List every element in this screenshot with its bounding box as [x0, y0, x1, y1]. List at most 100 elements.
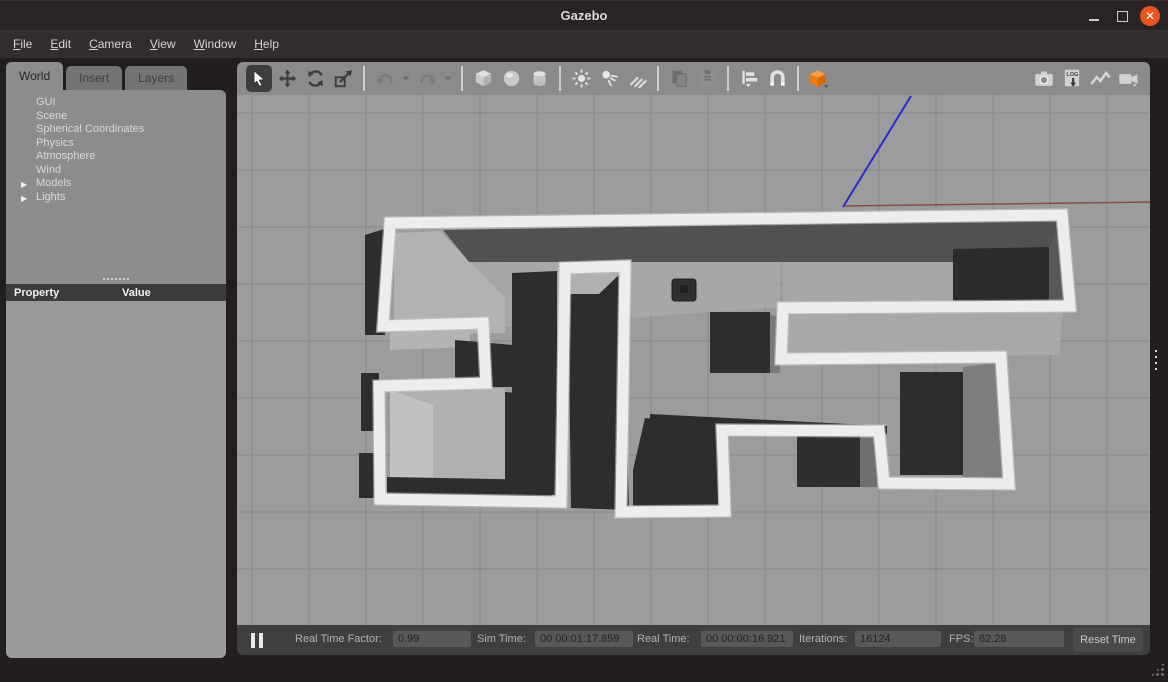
toolbar-separator	[797, 66, 799, 91]
insert-box-button[interactable]	[470, 65, 496, 92]
toolbar-separator	[727, 66, 729, 91]
log-recording-button[interactable]: LOG	[1059, 65, 1085, 92]
copy-icon	[670, 69, 689, 88]
record-video-button[interactable]	[1115, 65, 1141, 92]
paste-icon	[698, 69, 717, 88]
line-chart-icon	[1090, 71, 1111, 86]
toolbar-separator	[657, 66, 659, 91]
real-time-label: Real Time:	[637, 633, 690, 645]
tree-item-models[interactable]: ▶Models	[6, 177, 226, 191]
simulation-status-bar: Real Time Factor: 0.99 Sim Time: 00 00:0…	[237, 625, 1150, 655]
menu-bar: File Edit Camera View Window Help	[0, 30, 1168, 58]
point-light-icon	[572, 69, 591, 88]
log-file-icon: LOG	[1063, 69, 1081, 88]
menu-edit[interactable]: Edit	[41, 30, 80, 58]
window-title: Gazebo	[0, 1, 1168, 31]
tree-item-spherical-coordinates[interactable]: Spherical Coordinates	[6, 123, 226, 137]
toolbar-right-group: LOG	[1030, 65, 1142, 92]
expand-arrow-icon[interactable]: ▶	[21, 178, 27, 192]
box-icon	[474, 69, 493, 88]
robot-box[interactable]	[672, 279, 696, 301]
magnet-icon	[768, 69, 787, 88]
maximize-button[interactable]	[1112, 6, 1132, 26]
point-light-button[interactable]	[568, 65, 594, 92]
view-cube-icon	[808, 69, 830, 89]
pause-button[interactable]	[245, 630, 269, 650]
log-icon-text: LOG	[1066, 72, 1078, 78]
tree-item-wind[interactable]: Wind	[6, 164, 226, 178]
redo-icon	[418, 71, 437, 86]
tree-item-gui[interactable]: GUI	[6, 96, 226, 110]
view-angle-button[interactable]	[806, 65, 832, 92]
panel-splitter[interactable]	[6, 274, 226, 284]
scale-tool-button[interactable]	[330, 65, 356, 92]
value-column-header: Value	[122, 287, 226, 299]
undo-button[interactable]	[372, 65, 398, 92]
snap-tool-button[interactable]	[764, 65, 790, 92]
tree-item-physics[interactable]: Physics	[6, 137, 226, 151]
menu-view[interactable]: View	[141, 30, 185, 58]
minimize-button[interactable]	[1084, 6, 1104, 26]
insert-cylinder-button[interactable]	[526, 65, 552, 92]
camera-icon	[1034, 70, 1054, 88]
menu-camera[interactable]: Camera	[80, 30, 141, 58]
rotate-icon	[306, 69, 325, 88]
property-table-header: Property Value	[6, 284, 226, 301]
title-bar: Gazebo ✕	[0, 0, 1168, 30]
real-time-factor-value: 0.99	[393, 631, 471, 647]
sim-time-label: Sim Time:	[477, 633, 526, 645]
ground-plane	[237, 95, 1150, 625]
align-icon	[740, 69, 759, 88]
tab-layers[interactable]: Layers	[125, 66, 187, 90]
copy-button[interactable]	[666, 65, 692, 92]
video-camera-icon	[1118, 71, 1139, 87]
reset-time-button[interactable]: Reset Time	[1073, 628, 1143, 652]
sim-time-value: 00 00:01:17.859	[535, 631, 633, 647]
undo-history-button[interactable]	[400, 65, 412, 92]
menu-help[interactable]: Help	[245, 30, 288, 58]
tab-insert[interactable]: Insert	[66, 66, 122, 90]
expand-arrow-icon[interactable]: ▶	[21, 192, 27, 206]
toolbar-separator	[461, 66, 463, 91]
tree-item-lights[interactable]: ▶Lights	[6, 191, 226, 205]
right-panel-splitter[interactable]	[1155, 350, 1157, 372]
tab-world[interactable]: World	[6, 62, 63, 90]
directional-light-button[interactable]	[624, 65, 650, 92]
fps-label: FPS:	[949, 633, 973, 645]
iterations-value: 16124	[855, 631, 941, 647]
translate-tool-button[interactable]	[274, 65, 300, 92]
close-button[interactable]: ✕	[1140, 6, 1160, 26]
render-toolbar: LOG	[237, 62, 1150, 95]
insert-sphere-button[interactable]	[498, 65, 524, 92]
select-tool-button[interactable]	[246, 65, 272, 92]
pause-icon	[259, 633, 263, 648]
panel-tabs: World Insert Layers	[6, 62, 187, 90]
window-resize-grip[interactable]	[1150, 662, 1165, 677]
plot-button[interactable]	[1087, 65, 1113, 92]
screenshot-button[interactable]	[1031, 65, 1057, 92]
scale-icon	[334, 69, 353, 88]
align-tool-button[interactable]	[736, 65, 762, 92]
minimize-icon	[1089, 19, 1099, 21]
iterations-label: Iterations:	[799, 633, 847, 645]
tree-item-scene[interactable]: Scene	[6, 110, 226, 124]
property-table-body	[6, 301, 226, 658]
menu-file[interactable]: File	[4, 30, 41, 58]
fps-value: 62.28	[974, 631, 1064, 647]
world-panel-body: GUI Scene Spherical Coordinates Physics …	[6, 90, 226, 658]
menu-window[interactable]: Window	[185, 30, 246, 58]
tree-item-atmosphere[interactable]: Atmosphere	[6, 150, 226, 164]
redo-button[interactable]	[414, 65, 440, 92]
redo-history-button[interactable]	[442, 65, 454, 92]
render-viewport-3d[interactable]	[237, 95, 1150, 625]
undo-icon	[376, 71, 395, 86]
spot-light-button[interactable]	[596, 65, 622, 92]
chevron-down-icon	[444, 76, 452, 81]
cylinder-icon	[530, 69, 549, 88]
gazebo-window: Gazebo ✕ File Edit Camera View Window He…	[0, 0, 1168, 682]
rotate-tool-button[interactable]	[302, 65, 328, 92]
real-time-factor-label: Real Time Factor:	[295, 633, 382, 645]
scene-canvas	[237, 95, 1150, 625]
paste-button[interactable]	[694, 65, 720, 92]
world-tree: GUI Scene Spherical Coordinates Physics …	[6, 90, 226, 274]
